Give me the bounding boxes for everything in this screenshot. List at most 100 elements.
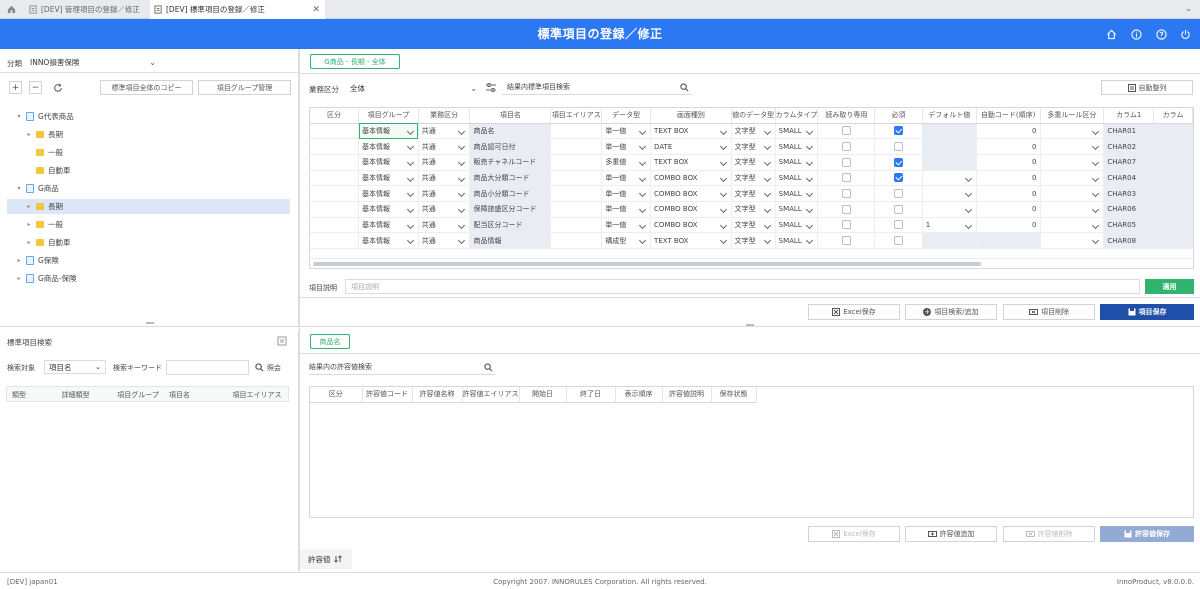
cell-screen-type[interactable]: COMBO BOX bbox=[650, 217, 732, 234]
tree-node[interactable]: 自動車 bbox=[26, 163, 71, 178]
cell-item-group[interactable]: 基本情報 bbox=[358, 201, 419, 218]
copy-all-standard-items-button[interactable]: 標準項目全体のコピー bbox=[100, 80, 193, 95]
auto-sort-button[interactable]: 自動整列 bbox=[1101, 80, 1193, 95]
allowed-value-column-header[interactable]: 許容値名称 bbox=[412, 387, 463, 403]
cell-item-name[interactable]: 販売チャネルコード bbox=[469, 154, 552, 171]
required-checkbox[interactable] bbox=[894, 173, 904, 183]
business-category-select[interactable]: 全体 ⌄ bbox=[350, 81, 477, 95]
table-row[interactable]: 基本情報 共通 商品名 単一値 TEXT BOX 文字型 SMALL 0 CHAR01 bbox=[310, 123, 1193, 140]
tree-node[interactable]: ▸ 長期 bbox=[26, 127, 63, 142]
cell-item-group[interactable]: 基本情報 bbox=[358, 123, 419, 140]
cell-default-value[interactable] bbox=[922, 185, 977, 202]
excel-save-button[interactable]: Excel保存 bbox=[808, 304, 900, 320]
cell-value-data-type[interactable]: 文字型 bbox=[731, 201, 776, 218]
cell-column-type[interactable]: SMALL bbox=[775, 138, 819, 155]
cell-item-name[interactable]: 保障旅盛区分コード bbox=[469, 201, 552, 218]
cell-value-data-type[interactable]: 文字型 bbox=[731, 232, 776, 249]
item-description-input[interactable]: 項目説明 bbox=[345, 279, 1140, 294]
cell-division[interactable] bbox=[310, 123, 360, 140]
result-search-input[interactable]: 結果内標準項目検索 bbox=[502, 80, 692, 95]
allowed-value-delete-button[interactable]: 許容値削除 bbox=[1003, 526, 1095, 542]
cell-screen-type[interactable]: COMBO BOX bbox=[650, 201, 732, 218]
apply-button[interactable]: 適用 bbox=[1145, 279, 1194, 294]
read-only-checkbox[interactable] bbox=[841, 189, 851, 199]
cell-auto-code[interactable]: 0 bbox=[976, 185, 1041, 202]
cell-multi-rule[interactable] bbox=[1040, 217, 1105, 234]
read-only-checkbox[interactable] bbox=[841, 220, 851, 230]
cell-default-value[interactable] bbox=[922, 201, 977, 218]
cell-read-only[interactable] bbox=[817, 138, 876, 155]
allowed-value-column-header[interactable]: 許容値説明 bbox=[662, 387, 712, 403]
cell-item-group[interactable]: 基本情報 bbox=[358, 217, 419, 234]
item-search-add-button[interactable]: + 項目検索/追加 bbox=[905, 304, 997, 320]
cell-business-category[interactable]: 共通 bbox=[418, 185, 471, 202]
cell-default-value[interactable] bbox=[922, 138, 977, 155]
allowed-value-column-header[interactable]: 許容値コード bbox=[362, 387, 413, 403]
cell-business-category[interactable]: 共通 bbox=[418, 232, 471, 249]
cell-business-category[interactable]: 共通 bbox=[418, 170, 471, 187]
cell-default-value[interactable] bbox=[922, 232, 977, 249]
selected-item-tag[interactable]: 商品名 bbox=[310, 334, 350, 349]
home-icon[interactable] bbox=[1104, 27, 1118, 41]
tree-node[interactable]: ▾ G代表商品 bbox=[16, 109, 74, 124]
home-tab[interactable] bbox=[0, 0, 22, 19]
required-checkbox[interactable] bbox=[894, 220, 904, 230]
grid-column-header[interactable]: 画面種別 bbox=[650, 108, 732, 124]
tree-node[interactable]: ▸ G保険 bbox=[16, 253, 59, 268]
allowed-value-add-button[interactable]: 許容値追加 bbox=[905, 526, 997, 542]
cell-screen-type[interactable]: TEXT BOX bbox=[650, 123, 732, 140]
cell-column-type[interactable]: SMALL bbox=[775, 123, 819, 140]
table-row[interactable]: 基本情報 共通 商品小分類コード 単一値 COMBO BOX 文字型 SMALL 0 CHAR0… bbox=[310, 185, 1193, 202]
cell-item-group[interactable]: 基本情報 bbox=[358, 170, 419, 187]
cell-multi-rule[interactable] bbox=[1040, 154, 1105, 171]
grid-column-header[interactable]: 値のデータ型 bbox=[731, 108, 776, 124]
cell-read-only[interactable] bbox=[817, 217, 876, 234]
cell-multi-rule[interactable] bbox=[1040, 232, 1105, 249]
allowed-value-column-header[interactable]: 開始日 bbox=[519, 387, 567, 403]
tree-node[interactable]: ▸ 長期 bbox=[7, 199, 290, 214]
cell-auto-code[interactable]: 0 bbox=[976, 170, 1041, 187]
cell-read-only[interactable] bbox=[817, 232, 876, 249]
cell-item-group[interactable]: 基本情報 bbox=[358, 154, 419, 171]
cell-screen-type[interactable]: DATE bbox=[650, 138, 732, 155]
expand-all-button[interactable]: + bbox=[9, 81, 22, 94]
cell-item-alias[interactable] bbox=[550, 170, 603, 187]
cell-data-type[interactable]: 単一値 bbox=[601, 170, 652, 187]
cell-required[interactable] bbox=[874, 170, 923, 187]
category-select[interactable]: INNO損害保険 ⌄ bbox=[30, 55, 156, 69]
caret-down-icon[interactable]: ▾ bbox=[16, 185, 22, 192]
cell-auto-code[interactable]: 0 bbox=[976, 138, 1041, 155]
cell-read-only[interactable] bbox=[817, 201, 876, 218]
cell-item-alias[interactable] bbox=[550, 123, 603, 140]
tree-node[interactable]: ▸ 自動車 bbox=[26, 235, 70, 250]
cell-item-name[interactable]: 配当区分コード bbox=[469, 217, 552, 234]
collapse-all-button[interactable]: − bbox=[29, 81, 42, 94]
tree-node[interactable]: ▾ G商品 bbox=[16, 181, 59, 196]
cell-auto-code[interactable]: 0 bbox=[976, 154, 1041, 171]
table-row[interactable]: 基本情報 共通 販売チャネルコード 多重値 TEXT BOX 文字型 SMALL 0 CHAR0… bbox=[310, 154, 1193, 171]
cell-default-value[interactable] bbox=[922, 170, 977, 187]
allowed-value-column-header[interactable]: 許容値エイリアス bbox=[462, 387, 520, 403]
search-icon[interactable] bbox=[484, 363, 493, 372]
cell-data-type[interactable]: 単一値 bbox=[601, 201, 652, 218]
cell-screen-type[interactable]: COMBO BOX bbox=[650, 170, 732, 187]
cell-division[interactable] bbox=[310, 201, 360, 218]
cell-column-type[interactable]: SMALL bbox=[775, 185, 819, 202]
cell-business-category[interactable]: 共通 bbox=[418, 201, 471, 218]
cell-item-group[interactable]: 基本情報 bbox=[358, 232, 419, 249]
item-delete-button[interactable]: 項目削除 bbox=[1003, 304, 1095, 320]
cell-business-category[interactable]: 共通 bbox=[418, 138, 471, 155]
search-column-header[interactable]: 項目エイリアス bbox=[227, 390, 288, 400]
search-column-header[interactable]: 項目名 bbox=[164, 390, 228, 400]
info-icon[interactable] bbox=[1129, 27, 1143, 41]
cell-data-type[interactable]: 単一値 bbox=[601, 185, 652, 202]
search-icon[interactable] bbox=[680, 83, 689, 92]
filter-icon[interactable] bbox=[486, 83, 496, 92]
search-keyword-input[interactable] bbox=[166, 360, 249, 375]
search-column-header[interactable]: 類型 bbox=[7, 390, 57, 400]
cell-auto-code[interactable]: 0 bbox=[976, 201, 1041, 218]
cell-required[interactable] bbox=[874, 217, 923, 234]
cell-data-type[interactable]: 構成型 bbox=[601, 232, 652, 249]
cell-item-name[interactable]: 商品情報 bbox=[469, 232, 552, 249]
table-row[interactable]: 基本情報 共通 商品情報 構成型 TEXT BOX 文字型 SMALL CHAR08 bbox=[310, 232, 1193, 249]
